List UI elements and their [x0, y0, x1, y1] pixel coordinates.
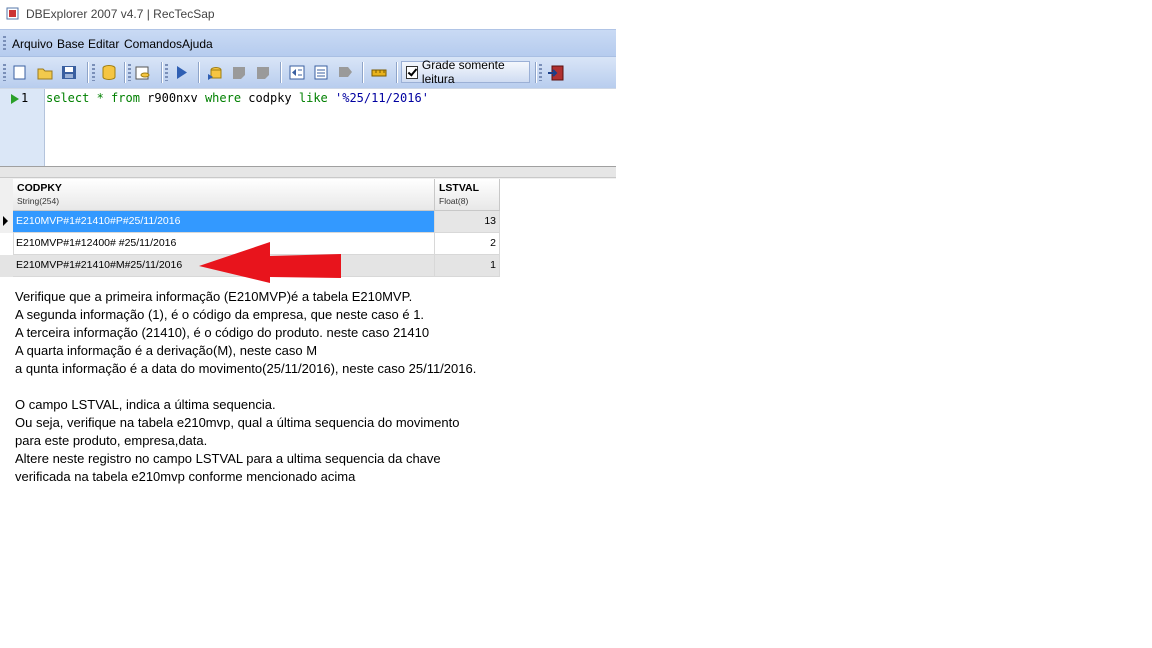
disabled-icon — [339, 67, 352, 77]
database-button[interactable] — [99, 63, 119, 82]
execute-script-button[interactable] — [205, 63, 225, 82]
toolbar-separator — [124, 62, 125, 83]
menu-editar[interactable]: Editar — [88, 37, 119, 51]
row-indicator[interactable] — [0, 233, 14, 255]
ruler-icon — [371, 69, 387, 76]
menu-ajuda[interactable]: Ajuda — [182, 37, 213, 51]
new-file-icon — [13, 65, 26, 80]
database-icon — [102, 64, 116, 80]
disabled-button-3[interactable] — [335, 63, 355, 82]
table-cell-lstval[interactable]: 13 — [435, 211, 500, 233]
readonly-grid-toggle[interactable]: Grade somente leitura — [401, 58, 530, 86]
open-folder-icon — [37, 68, 53, 80]
instruction-line: A quarta informação é a derivação(M), ne… — [15, 343, 318, 358]
menu-grip[interactable] — [3, 36, 6, 52]
current-row-arrow-icon — [3, 216, 8, 226]
column-name: CODPKY — [17, 182, 62, 194]
toolbar-grip[interactable] — [128, 64, 131, 81]
column-header-codpky[interactable]: CODPKY String(254) — [13, 179, 435, 211]
instruction-line — [15, 378, 476, 396]
instruction-line: Altere neste registro no campo LSTVAL pa… — [15, 451, 441, 466]
readonly-grid-label: Grade somente leitura — [421, 58, 505, 86]
column-name: LSTVAL — [439, 182, 480, 194]
execute-button[interactable] — [171, 63, 191, 82]
current-line-arrow-icon — [11, 94, 19, 104]
script-icon — [208, 66, 222, 80]
instruction-line: Verifique que a primeira informação (E21… — [15, 289, 413, 304]
disabled-icon — [233, 67, 245, 79]
sql-identifier: r900nxv — [139, 91, 205, 105]
row-indicator[interactable] — [0, 211, 13, 233]
toolbar-grip[interactable] — [539, 64, 542, 81]
annotation-arrow-icon — [199, 242, 341, 283]
instruction-line: A terceira informação (21410), é o códig… — [15, 325, 430, 340]
save-icon — [62, 66, 76, 79]
editor-gutter: 1 — [0, 89, 45, 167]
save-button[interactable] — [59, 63, 79, 82]
menu-comandos[interactable]: Comandos — [124, 37, 182, 51]
toolbar-separator — [161, 62, 162, 83]
toolbar-grip[interactable] — [3, 64, 6, 81]
new-file-button[interactable] — [10, 63, 30, 82]
menu-base[interactable]: Base — [57, 37, 84, 51]
play-icon — [177, 66, 187, 79]
unindent-icon — [289, 65, 305, 80]
sql-string: '%25/11/2016' — [327, 91, 429, 105]
line-number: 1 — [21, 91, 29, 105]
window-title: DBExplorer 2007 v4.7 | RecTecSap — [26, 7, 215, 21]
instruction-line: verificada na tabela e210mvp conforme me… — [15, 469, 356, 484]
sql-keyword: like — [298, 91, 328, 105]
column-type: String(254) — [17, 196, 60, 206]
toolbar-separator — [535, 62, 536, 83]
exit-door-icon — [548, 65, 564, 80]
app-window: DBExplorer 2007 v4.7 | RecTecSap Arquivo… — [0, 0, 616, 179]
table-cell-lstval[interactable]: 2 — [435, 233, 500, 255]
document-icon — [314, 65, 328, 80]
toolbar-separator — [396, 62, 397, 83]
menu-arquivo[interactable]: Arquivo — [12, 37, 53, 51]
instruction-text: Verifique que a primeira informação (E21… — [15, 288, 476, 486]
sql-query-text[interactable]: select * from r900nxv where codpky like … — [46, 91, 429, 105]
column-header-lstval[interactable]: LSTVAL Float(8) — [435, 179, 500, 211]
toolbar: Grade somente leitura — [0, 56, 616, 88]
editor-grid-splitter[interactable] — [0, 166, 616, 178]
exit-button[interactable] — [546, 63, 566, 82]
toolbar-separator — [198, 62, 199, 83]
text-button[interactable] — [311, 63, 331, 82]
toolbar-grip[interactable] — [92, 64, 95, 81]
open-button[interactable] — [35, 63, 55, 82]
query-icon — [135, 66, 150, 79]
table-cell-lstval[interactable]: 1 — [435, 255, 500, 277]
menu-bar: Arquivo Base Editar Comandos Ajuda — [0, 29, 616, 57]
toolbar-grip[interactable] — [165, 64, 168, 81]
toolbar-separator — [280, 62, 281, 83]
sql-editor[interactable]: 1 select * from r900nxv where codpky lik… — [0, 88, 616, 167]
disabled-button-1[interactable] — [229, 63, 249, 82]
disabled-button-2[interactable] — [253, 63, 273, 82]
instruction-line: a qunta informação é a data do movimento… — [15, 361, 477, 376]
instruction-line: Ou seja, verifique na tabela e210mvp, qu… — [15, 415, 460, 430]
title-bar: DBExplorer 2007 v4.7 | RecTecSap — [0, 0, 616, 29]
disabled-icon — [257, 67, 269, 79]
app-icon — [6, 7, 19, 20]
column-type: Float(8) — [439, 196, 469, 206]
sql-identifier: codpky — [241, 91, 299, 105]
sql-keyword: where — [204, 91, 242, 105]
checkbox-checked-icon[interactable] — [406, 65, 418, 79]
sql-keyword: select * from — [46, 91, 140, 105]
instruction-line: para este produto, empresa,data. — [15, 433, 208, 448]
instruction-line: A segunda informação (1), é o código da … — [15, 307, 425, 322]
toolbar-separator — [362, 62, 363, 83]
instruction-line: O campo LSTVAL, indica a última sequenci… — [15, 397, 276, 412]
query-button[interactable] — [133, 63, 153, 82]
row-indicator[interactable] — [0, 255, 14, 277]
toolbar-separator — [87, 62, 88, 83]
grid-corner — [0, 179, 14, 211]
unindent-button[interactable] — [287, 63, 307, 82]
ruler-button[interactable] — [369, 63, 389, 82]
table-cell-codpky[interactable]: E210MVP#1#21410#P#25/11/2016 — [13, 211, 435, 233]
